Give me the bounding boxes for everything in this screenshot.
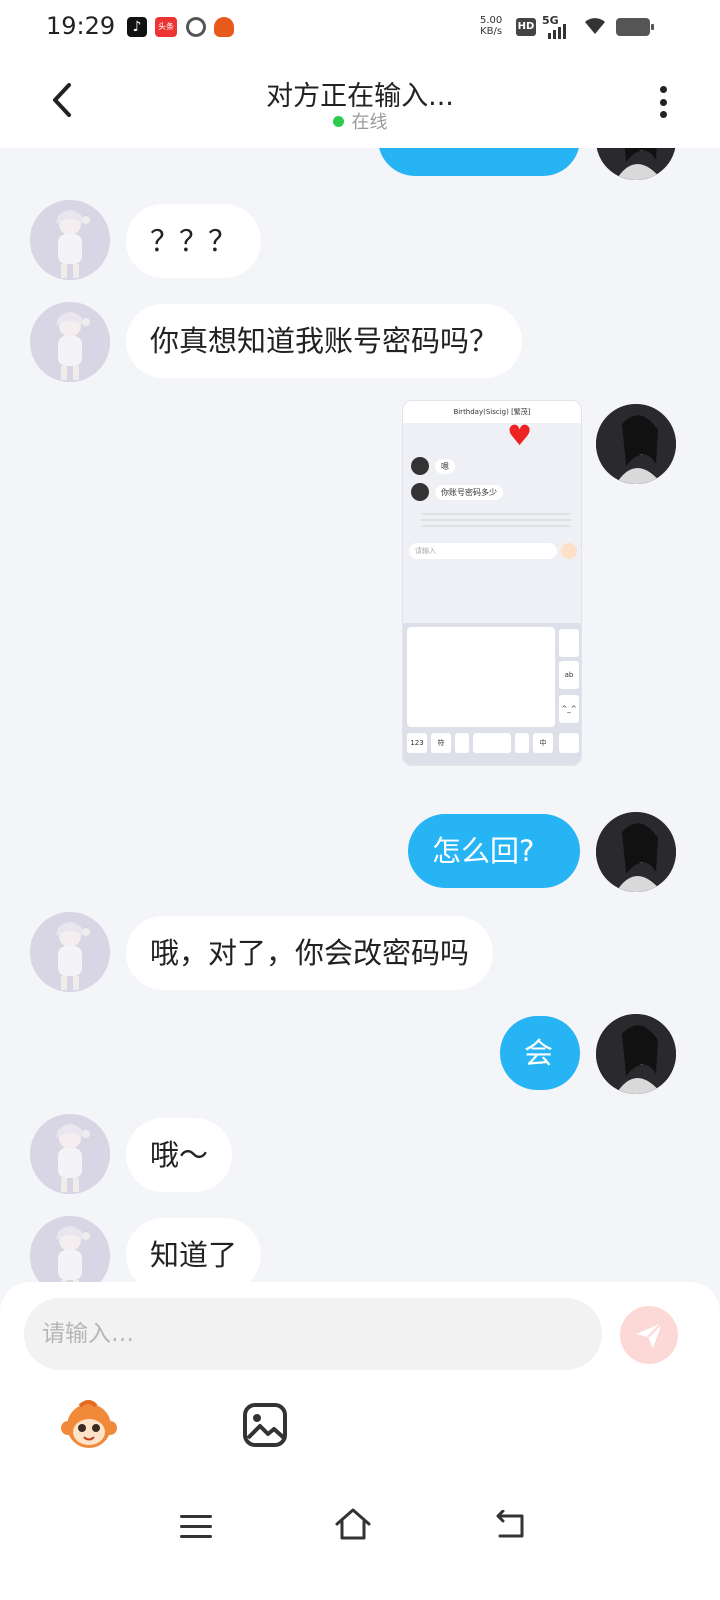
message-bubble[interactable]: 哦～ bbox=[126, 1118, 233, 1192]
heart-icon: ♥ bbox=[507, 419, 533, 452]
monkey-emoji-icon[interactable] bbox=[60, 1400, 118, 1452]
message-bubble[interactable]: 哦，对了，你会改密码吗 bbox=[126, 916, 494, 990]
image-keyboard: ab ^_^ 123 符 中 bbox=[403, 623, 581, 765]
home-icon[interactable] bbox=[334, 1506, 372, 1542]
signal-icon bbox=[548, 24, 566, 39]
news-icon: 头条 bbox=[155, 17, 177, 37]
more-dots-icon bbox=[659, 86, 667, 93]
back-icon[interactable] bbox=[494, 1510, 526, 1540]
message-input[interactable]: 请输入… bbox=[24, 1298, 602, 1370]
image-message[interactable]: Birthday(Siscig) [繁茂] ♥ 嗯 你账号密码多少 请输入 ab… bbox=[402, 400, 582, 766]
avatar-self[interactable] bbox=[596, 1014, 676, 1094]
ring-app-icon bbox=[182, 13, 210, 41]
menu-icon[interactable] bbox=[180, 1514, 212, 1540]
hd-badge: HD bbox=[516, 18, 536, 36]
image-header-text: Birthday(Siscig) [繁茂] bbox=[403, 401, 581, 423]
chat-header: 对方正在输入... 在线 bbox=[0, 56, 720, 148]
message-bubble[interactable]: 怎么回? bbox=[408, 814, 580, 888]
avatar-peer[interactable] bbox=[30, 912, 110, 992]
online-status: 在线 bbox=[0, 108, 720, 134]
send-icon bbox=[636, 1322, 663, 1348]
network-speed: 5.00 KB/s bbox=[480, 15, 503, 37]
message-bubble-cutoff[interactable] bbox=[378, 148, 580, 176]
status-bar: 19:29 ♪ 头条 5.00 KB/s HD 5G bbox=[0, 0, 720, 56]
avatar-peer[interactable] bbox=[30, 200, 110, 280]
system-nav-bar bbox=[0, 1490, 720, 1560]
image-icon[interactable] bbox=[242, 1402, 288, 1448]
avatar-self[interactable] bbox=[596, 148, 676, 180]
more-options-button[interactable] bbox=[648, 80, 678, 124]
message-bubble[interactable]: 会 bbox=[500, 1016, 580, 1090]
avatar-self[interactable] bbox=[596, 812, 676, 892]
wifi-icon bbox=[585, 18, 605, 34]
fox-app-icon bbox=[214, 17, 234, 37]
message-bubble[interactable]: 知道了 bbox=[126, 1218, 262, 1292]
status-time: 19:29 bbox=[46, 12, 116, 40]
avatar-peer[interactable] bbox=[30, 1114, 110, 1194]
message-list[interactable]: ？？？ 你真想知道我账号密码吗？ Birthday(Siscig) [繁茂] ♥… bbox=[0, 148, 720, 1308]
message-bubble[interactable]: ？？？ bbox=[126, 204, 262, 278]
avatar-peer[interactable] bbox=[30, 302, 110, 382]
battery-icon bbox=[616, 18, 654, 36]
send-button[interactable] bbox=[620, 1306, 678, 1364]
online-dot-icon bbox=[332, 116, 344, 127]
avatar-self[interactable] bbox=[596, 404, 676, 484]
tiktok-icon: ♪ bbox=[127, 17, 147, 37]
message-bubble[interactable]: 你真想知道我账号密码吗？ bbox=[126, 304, 523, 378]
